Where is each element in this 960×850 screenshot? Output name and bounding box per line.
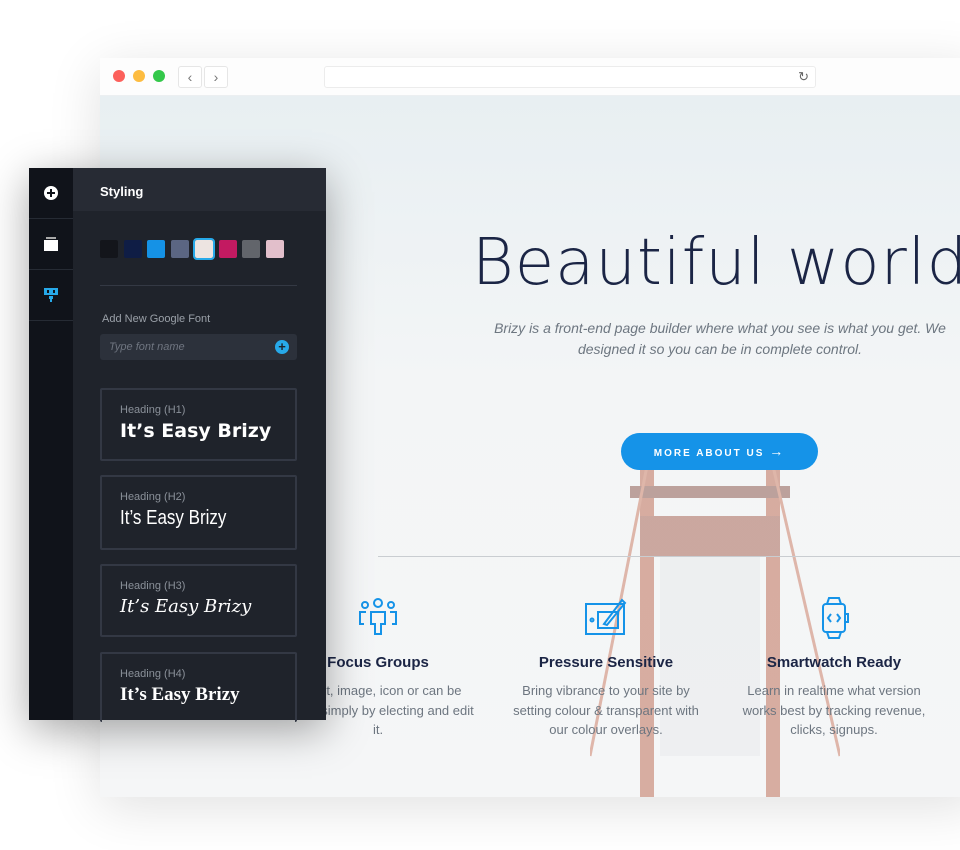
- hero-title: Beautiful world: [471, 226, 960, 300]
- google-font-label: Add New Google Font: [102, 313, 211, 325]
- feature-smartwatch-ready: Smartwatch Ready Learn in realtime what …: [734, 596, 934, 740]
- feature-text: Bring vibrance to your site by setting c…: [513, 683, 699, 737]
- styling-button[interactable]: [29, 270, 73, 321]
- layers-icon: [44, 237, 58, 251]
- heading-h4-card[interactable]: Heading (H4) It’s Easy Brizy: [100, 652, 297, 722]
- arrow-right-icon: →: [769, 443, 786, 459]
- heading-sample: It’s Easy Brizy: [120, 596, 252, 617]
- color-swatch[interactable]: [123, 240, 142, 258]
- panel-divider: [100, 285, 297, 286]
- color-swatch[interactable]: [100, 240, 118, 258]
- pages-button[interactable]: [29, 219, 73, 270]
- color-swatch[interactable]: [242, 240, 261, 258]
- reload-icon[interactable]: ↻: [798, 69, 809, 85]
- heading-h3-card[interactable]: Heading (H3) It’s Easy Brizy: [100, 564, 297, 637]
- panel-title: Styling: [73, 168, 326, 211]
- heading-h2-card[interactable]: Heading (H2) It’s Easy Brizy: [100, 475, 297, 550]
- feature-title: Pressure Sensitive: [538, 654, 674, 671]
- users-icon: [359, 598, 397, 635]
- color-swatch[interactable]: [218, 240, 237, 258]
- heading-sample: It’s Easy Brizy: [120, 507, 227, 529]
- feature-text: Learn in realtime what version works bes…: [742, 683, 926, 737]
- feature-title: Smartwatch Ready: [766, 654, 902, 671]
- sidebar-rail: [29, 168, 73, 720]
- color-swatch[interactable]: [192, 238, 215, 260]
- maximize-window-button[interactable]: [153, 70, 165, 82]
- font-input-placeholder: Type font name: [109, 341, 185, 353]
- color-swatch[interactable]: [265, 240, 284, 258]
- color-swatch[interactable]: [171, 240, 190, 258]
- smartwatch-icon: [822, 597, 849, 639]
- hero-subtitle: Brizy is a front-end page builder where …: [494, 320, 946, 357]
- heading-label: Heading (H4): [120, 668, 186, 680]
- button-label: MORE ABOUT US: [653, 448, 765, 459]
- plus-circle-icon: [44, 186, 58, 200]
- heading-label: Heading (H1): [120, 404, 186, 416]
- heading-label: Heading (H3): [120, 580, 186, 592]
- heading-h1-card[interactable]: Heading (H1) It’s Easy Brizy: [100, 388, 297, 461]
- browser-titlebar: ‹ › ↻: [100, 58, 960, 96]
- forward-button[interactable]: ›: [204, 66, 228, 88]
- tablet-pen-icon: [585, 598, 627, 635]
- font-name-input[interactable]: Type font name +: [100, 334, 297, 360]
- add-font-button[interactable]: +: [275, 340, 289, 354]
- more-about-us-button[interactable]: MORE ABOUT US →: [621, 433, 818, 470]
- divider: [378, 556, 960, 557]
- close-window-button[interactable]: [113, 70, 125, 82]
- paint-roller-icon: [44, 288, 58, 302]
- styling-panel: Styling Add New Google Font Type font na…: [29, 168, 326, 722]
- heading-sample: It’s Easy Brizy: [120, 684, 240, 705]
- back-button[interactable]: ‹: [178, 66, 202, 88]
- color-swatch[interactable]: [147, 240, 166, 258]
- heading-label: Heading (H2): [120, 491, 186, 503]
- add-element-button[interactable]: [29, 168, 73, 219]
- feature-pressure-sensitive: Pressure Sensitive Bring vibrance to you…: [506, 596, 706, 740]
- address-bar[interactable]: ↻: [324, 66, 816, 88]
- minimize-window-button[interactable]: [133, 70, 145, 82]
- heading-sample: It’s Easy Brizy: [120, 420, 272, 442]
